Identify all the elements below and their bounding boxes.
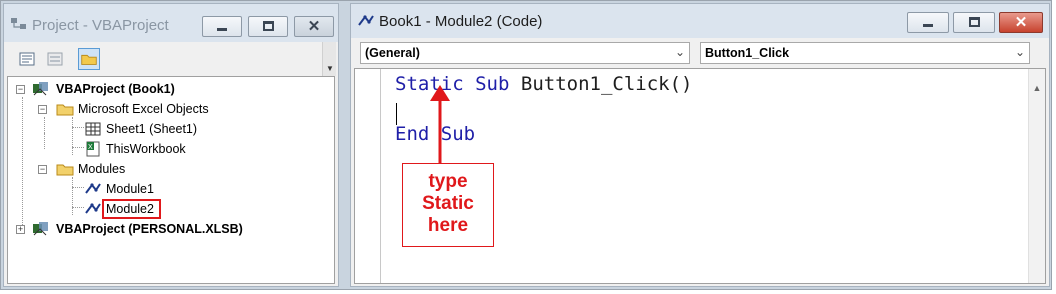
maximize-icon — [969, 17, 980, 27]
toggle-folders-button[interactable] — [78, 48, 100, 70]
worksheet-icon — [85, 122, 101, 136]
workbook-icon: X — [86, 141, 100, 157]
callout-line-2: Static — [422, 193, 474, 214]
close-icon: ✕ — [1014, 14, 1028, 31]
restore-button[interactable] — [953, 12, 995, 33]
object-dropdown[interactable]: (General) ⌄ — [360, 42, 690, 64]
highlight-box — [102, 199, 161, 219]
procedure-signature: Button1_Click() — [520, 73, 693, 95]
annotation-callout: type Static here — [402, 163, 494, 247]
procedure-dropdown[interactable]: Button1_Click ⌄ — [700, 42, 1030, 64]
tree-connector — [72, 207, 84, 208]
object-dropdown-value: (General) — [365, 46, 420, 60]
tree-item-label: VBAProject (Book1) — [56, 82, 175, 96]
chevron-down-icon: ▼ — [326, 64, 334, 73]
tree-item-vbaproject-book1[interactable]: − VBAProject (Book1) — [16, 79, 316, 99]
minimize-icon — [923, 24, 933, 27]
folder-icon — [81, 54, 97, 65]
vertical-scrollbar[interactable]: ▲ — [1028, 69, 1045, 283]
view-code-icon[interactable] — [16, 48, 38, 70]
tree-connector — [72, 187, 84, 188]
project-titlebar[interactable]: Project - VBAProject ✕ — [4, 4, 338, 42]
tree-connector — [72, 127, 84, 128]
project-toolbar: ▼ — [4, 42, 338, 76]
tree-item-label: ThisWorkbook — [106, 142, 186, 156]
callout-line-3: here — [427, 215, 469, 236]
procedure-dropdown-value: Button1_Click — [705, 46, 790, 60]
tree-item-thisworkbook[interactable]: X ThisWorkbook — [84, 139, 284, 159]
vbaproject-icon — [33, 82, 48, 96]
expand-icon[interactable]: + — [16, 225, 25, 234]
project-window-title: Project - VBAProject — [32, 17, 169, 34]
minimize-button[interactable] — [202, 16, 242, 37]
callout-line-1: type — [428, 171, 468, 192]
maximize-icon — [263, 21, 274, 31]
keyword-sub: Sub — [475, 73, 510, 95]
code-window-title: Book1 - Module2 (Code) — [379, 13, 543, 30]
folder-icon — [56, 164, 74, 176]
splitter[interactable] — [341, 3, 347, 287]
svg-text:X: X — [88, 144, 93, 151]
module-icon — [358, 15, 374, 26]
chevron-down-icon: ⌄ — [1014, 45, 1025, 59]
project-explorer-window: Project - VBAProject ✕ ▼ − VBAProject (B… — [3, 3, 339, 287]
annotation-arrow — [430, 85, 450, 165]
close-button[interactable]: ✕ — [999, 12, 1043, 33]
toolbar-overflow-button[interactable]: ▼ — [322, 42, 336, 76]
collapse-icon[interactable]: − — [38, 105, 47, 114]
project-tree: − VBAProject (Book1) − Microsoft Excel O… — [7, 76, 335, 284]
scroll-up-icon[interactable]: ▲ — [1029, 83, 1045, 93]
tree-connector — [72, 147, 84, 148]
code-window: Book1 - Module2 (Code) ✕ (General) ⌄ But… — [350, 3, 1050, 287]
close-button[interactable]: ✕ — [294, 16, 334, 37]
tree-item-label: Sheet1 (Sheet1) — [106, 122, 198, 136]
tree-item-excel-objects[interactable]: − Microsoft Excel Objects — [38, 99, 298, 119]
tree-item-module1[interactable]: Module1 — [84, 179, 204, 199]
project-explorer-icon — [11, 18, 26, 29]
tree-item-modules[interactable]: − Modules — [38, 159, 238, 179]
folder-icon — [56, 104, 74, 116]
tree-item-label: Modules — [78, 162, 126, 176]
tree-item-label: Module1 — [106, 182, 154, 196]
module-icon — [85, 183, 101, 194]
tree-connector — [72, 177, 73, 215]
chevron-down-icon: ⌄ — [674, 45, 685, 59]
minimize-icon — [217, 28, 227, 31]
tree-item-vbaproject-personal[interactable]: + VBAProject (PERSONAL.XLSB) — [16, 219, 316, 239]
tree-connector — [44, 133, 45, 149]
code-titlebar[interactable]: Book1 - Module2 (Code) ✕ — [351, 4, 1049, 38]
collapse-icon[interactable]: − — [16, 85, 25, 94]
module-icon — [85, 203, 101, 214]
tree-item-label: Microsoft Excel Objects — [78, 102, 209, 116]
tree-connector — [72, 117, 73, 155]
margin-indicator-bar[interactable] — [355, 69, 381, 283]
close-icon: ✕ — [307, 18, 321, 35]
tree-item-label: VBAProject (PERSONAL.XLSB) — [56, 222, 243, 236]
tree-item-sheet1[interactable]: Sheet1 (Sheet1) — [84, 119, 284, 139]
collapse-icon[interactable]: − — [38, 165, 47, 174]
minimize-button[interactable] — [907, 12, 949, 33]
text-cursor — [396, 103, 397, 125]
tree-connector — [22, 97, 23, 227]
tree-item-module2[interactable]: Module2 — [84, 199, 204, 219]
vbaproject-icon — [33, 222, 48, 236]
code-editor[interactable]: ▲ Static Sub Button1_Click() End Sub typ… — [354, 68, 1046, 284]
maximize-button[interactable] — [248, 16, 288, 37]
tree-connector — [44, 117, 45, 133]
view-object-icon[interactable] — [44, 48, 66, 70]
